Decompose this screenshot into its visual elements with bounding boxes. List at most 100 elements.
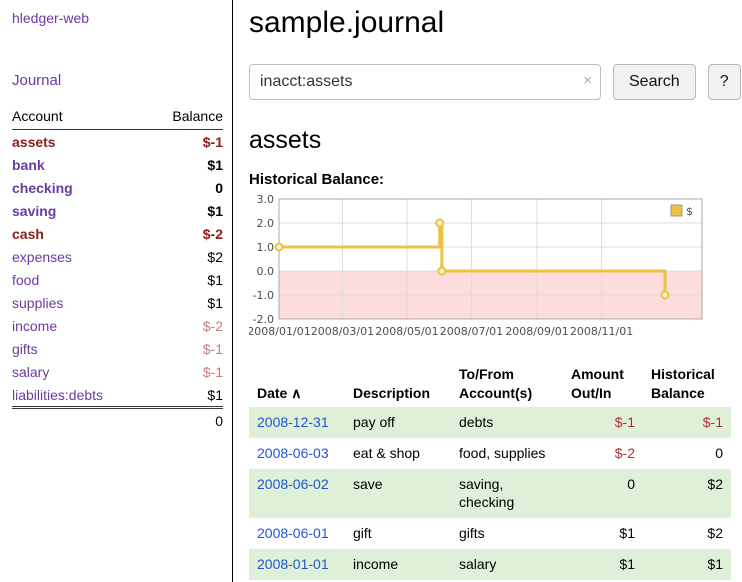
- account-row-food: food $1: [12, 268, 223, 291]
- transaction-amount: $1: [563, 518, 643, 549]
- account-link-assets[interactable]: assets: [12, 134, 56, 150]
- account-row-supplies: supplies $1: [12, 291, 223, 314]
- transaction-date-link[interactable]: 2008-06-03: [257, 445, 329, 461]
- account-row-checking: checking 0: [12, 176, 223, 199]
- svg-text:-1.0: -1.0: [253, 289, 274, 302]
- account-balance: $-2: [148, 222, 223, 245]
- svg-text:2008/07/01: 2008/07/01: [440, 325, 503, 338]
- transaction-amount: $-2: [563, 438, 643, 469]
- transaction-description: gift: [345, 518, 451, 549]
- account-balance: $1: [148, 291, 223, 314]
- sidebar-item-journal[interactable]: Journal: [12, 72, 223, 89]
- svg-text:2008/11/01: 2008/11/01: [570, 325, 633, 338]
- help-button[interactable]: ?: [708, 64, 741, 100]
- accounts-table: Account Balance assets $-1 bank $1 check…: [12, 105, 223, 432]
- transaction-accounts: debts: [451, 407, 563, 438]
- account-balance: $1: [148, 383, 223, 408]
- transaction-balance: $2: [643, 469, 731, 519]
- account-link-food[interactable]: food: [12, 272, 39, 288]
- register-header-accounts: To/From Account(s): [451, 361, 563, 407]
- register-header-date[interactable]: Date ∧: [249, 361, 345, 407]
- search-button[interactable]: Search: [613, 64, 696, 100]
- register-table: Date ∧ Description To/From Account(s) Am…: [249, 361, 731, 580]
- account-balance: $-2: [148, 314, 223, 337]
- register-row: 2008-12-31 pay off debts $-1 $-1: [249, 407, 731, 438]
- search-input[interactable]: [249, 64, 601, 100]
- transaction-accounts: saving, checking: [451, 469, 563, 519]
- svg-text:2008/05/01: 2008/05/01: [375, 325, 438, 338]
- account-link-saving[interactable]: saving: [12, 203, 56, 219]
- account-balance: $-1: [148, 360, 223, 383]
- clear-search-icon[interactable]: ×: [583, 72, 592, 89]
- transaction-amount: $-1: [563, 407, 643, 438]
- search-input-wrap: ×: [249, 64, 601, 100]
- account-row-liabilities-debts: liabilities:debts $1: [12, 383, 223, 408]
- sort-asc-icon: ∧: [291, 385, 301, 401]
- account-balance: $2: [148, 245, 223, 268]
- register-row: 2008-06-02 save saving, checking 0 $2: [249, 469, 731, 519]
- chart-title: Historical Balance:: [249, 171, 741, 188]
- accounts-total-row: 0: [12, 408, 223, 433]
- register-header-balance: Historical Balance: [643, 361, 731, 407]
- svg-text:2008/09/01: 2008/09/01: [505, 325, 568, 338]
- accounts-header-balance: Balance: [148, 105, 223, 130]
- account-link-expenses[interactable]: expenses: [12, 249, 72, 265]
- transaction-accounts: salary: [451, 549, 563, 580]
- account-heading: assets: [249, 126, 741, 155]
- transaction-amount: $1: [563, 549, 643, 580]
- account-row-gifts: gifts $-1: [12, 337, 223, 360]
- account-link-supplies[interactable]: supplies: [12, 295, 63, 311]
- account-balance: 0: [148, 176, 223, 199]
- account-balance: $1: [148, 199, 223, 222]
- account-balance: $1: [148, 153, 223, 176]
- transaction-balance: 0: [643, 438, 731, 469]
- transaction-description: save: [345, 469, 451, 519]
- transaction-date-link[interactable]: 2008-06-01: [257, 525, 329, 541]
- transaction-amount: 0: [563, 469, 643, 519]
- main-content: sample.journal × Search ? assets Histori…: [233, 0, 742, 582]
- transaction-date-link[interactable]: 2008-01-01: [257, 556, 329, 572]
- transaction-description: eat & shop: [345, 438, 451, 469]
- page-title: sample.journal: [249, 6, 741, 40]
- account-row-assets: assets $-1: [12, 130, 223, 154]
- svg-text:0.0: 0.0: [257, 265, 275, 278]
- svg-text:2.0: 2.0: [257, 217, 275, 230]
- account-link-cash[interactable]: cash: [12, 226, 44, 242]
- register-header-description: Description: [345, 361, 451, 407]
- svg-text:2008/01/01: 2008/01/01: [249, 325, 311, 338]
- svg-text:$: $: [686, 205, 693, 218]
- account-link-gifts[interactable]: gifts: [12, 341, 38, 357]
- accounts-header-row: Account Balance: [12, 105, 223, 130]
- svg-text:2008/03/01: 2008/03/01: [311, 325, 374, 338]
- account-link-income[interactable]: income: [12, 318, 57, 334]
- account-row-expenses: expenses $2: [12, 245, 223, 268]
- app-title-link[interactable]: hledger-web: [12, 10, 223, 26]
- account-balance: $-1: [148, 130, 223, 154]
- accounts-total-balance: 0: [148, 408, 223, 433]
- transaction-date-link[interactable]: 2008-12-31: [257, 414, 329, 430]
- transaction-date-link[interactable]: 2008-06-02: [257, 476, 329, 492]
- account-row-bank: bank $1: [12, 153, 223, 176]
- accounts-header-account: Account: [12, 105, 148, 130]
- register-header-date-label: Date: [257, 385, 287, 401]
- transaction-description: pay off: [345, 407, 451, 438]
- transaction-balance: $1: [643, 549, 731, 580]
- transaction-balance: $2: [643, 518, 731, 549]
- account-link-salary[interactable]: salary: [12, 364, 49, 380]
- account-link-checking[interactable]: checking: [12, 180, 73, 196]
- account-row-salary: salary $-1: [12, 360, 223, 383]
- transaction-description: income: [345, 549, 451, 580]
- account-row-cash: cash $-2: [12, 222, 223, 245]
- account-link-liabilities-debts[interactable]: liabilities:debts: [12, 387, 103, 403]
- transaction-accounts: gifts: [451, 518, 563, 549]
- register-row: 2008-06-01 gift gifts $1 $2: [249, 518, 731, 549]
- search-bar: × Search ?: [249, 64, 741, 100]
- account-balance: $-1: [148, 337, 223, 360]
- register-header-row: Date ∧ Description To/From Account(s) Am…: [249, 361, 731, 407]
- chart-svg: 3.02.01.00.0-1.0-2.02008/01/012008/03/01…: [249, 194, 711, 344]
- transaction-accounts: food, supplies: [451, 438, 563, 469]
- sidebar: hledger-web Journal Account Balance asse…: [0, 0, 233, 582]
- transaction-balance: $-1: [643, 407, 731, 438]
- svg-text:1.0: 1.0: [257, 241, 275, 254]
- account-link-bank[interactable]: bank: [12, 157, 45, 173]
